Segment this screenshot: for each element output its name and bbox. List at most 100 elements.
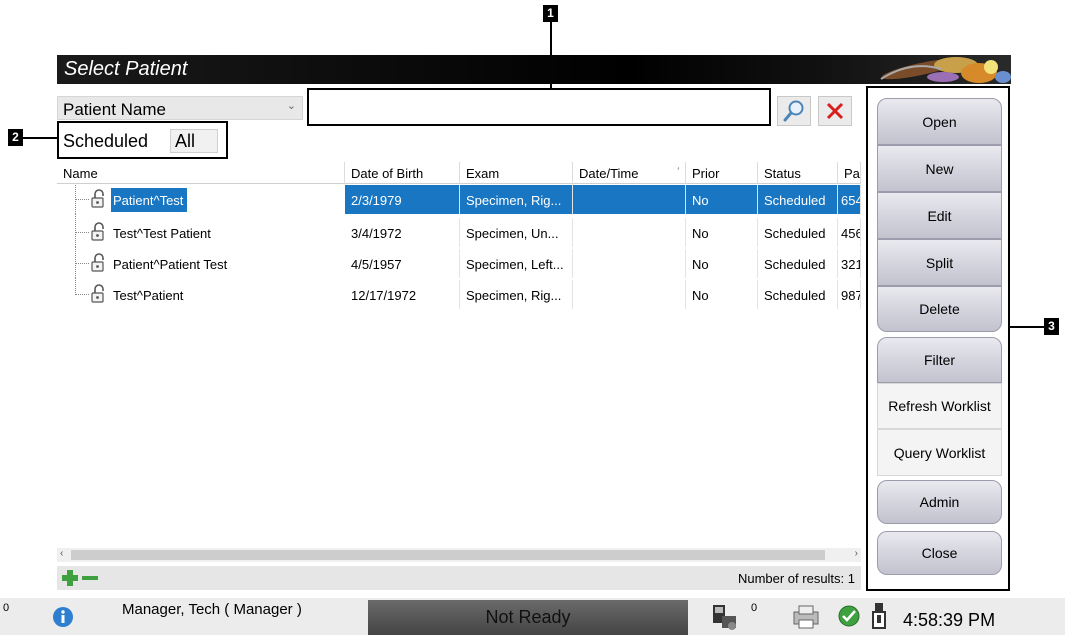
queue-count: 0	[751, 602, 758, 614]
patient-name: Patient^Patient Test	[113, 257, 228, 272]
system-state-label: Not Ready	[485, 607, 571, 627]
patient-datetime	[573, 249, 686, 278]
row-name-cell: Patient^Patient Test	[57, 247, 345, 278]
flower-banner-image	[880, 57, 1011, 83]
close-button[interactable]: Close	[877, 531, 1002, 575]
search-type-label: Patient Name	[63, 100, 166, 119]
patient-status: Scheduled	[758, 280, 838, 309]
row-name-cell: Test^Patient	[57, 278, 345, 309]
tree-line	[75, 214, 76, 247]
horizontal-scrollbar[interactable]: ‹ ›	[57, 548, 861, 562]
chevron-down-icon: ⌄	[286, 100, 296, 112]
open-button[interactable]: Open	[877, 98, 1002, 145]
current-user[interactable]: Manager, Tech ( Manager )	[122, 601, 302, 618]
scrollbar-thumb[interactable]	[71, 550, 825, 560]
action-panel: Open New Edit Split Delete Filter Refres…	[866, 86, 1010, 591]
callout-3: 3	[1044, 318, 1059, 335]
patient-datetime	[573, 280, 686, 309]
callout-3-line	[1010, 326, 1044, 328]
search-button[interactable]	[777, 96, 811, 126]
patient-dob: 3/4/1972	[345, 218, 460, 247]
patient-datetime	[573, 218, 686, 247]
add-icon[interactable]	[61, 569, 79, 587]
table-footer: Number of results: 1	[57, 566, 861, 590]
column-header-status[interactable]: Status	[758, 162, 838, 184]
patient-status: Scheduled	[758, 218, 838, 247]
patient-pa: 654	[838, 185, 861, 214]
patient-prior: No	[686, 218, 758, 247]
edit-button[interactable]: Edit	[877, 192, 1002, 239]
tree-line	[75, 278, 76, 295]
patient-pa: 456	[838, 218, 861, 247]
tree-branch	[75, 294, 89, 295]
patient-prior: No	[686, 249, 758, 278]
lock-icon	[91, 253, 104, 272]
filter-button[interactable]: Filter	[877, 337, 1002, 383]
callout-1: 1	[543, 5, 558, 22]
power-icon[interactable]	[870, 601, 888, 631]
row-name-cell: Test^Test Patient	[57, 214, 345, 247]
patient-prior: No	[686, 280, 758, 309]
table-row[interactable]: Patient^Patient Test 4/5/1957 Specimen, …	[57, 247, 861, 278]
patient-dob: 2/3/1979	[345, 185, 460, 214]
patient-exam: Specimen, Rig...	[460, 280, 573, 309]
select-patient-screen: 1 Select Patient Patient Name ⌄ 2 Schedu…	[0, 0, 1065, 635]
column-header-name[interactable]: Name	[57, 162, 345, 184]
search-input[interactable]	[307, 88, 771, 126]
alert-count: 0	[3, 602, 10, 614]
window-title: Select Patient	[64, 58, 188, 80]
table-header: Name Date of Birth Exam Date/Time ′ Prio…	[57, 162, 861, 184]
tab-scheduled[interactable]: Scheduled	[63, 131, 148, 152]
detector-icon[interactable]	[710, 602, 740, 632]
patient-exam: Specimen, Un...	[460, 218, 573, 247]
sort-indicator-icon: ′	[677, 166, 679, 176]
patient-table: Name Date of Birth Exam Date/Time ′ Prio…	[57, 162, 861, 560]
table-row[interactable]: Test^Patient 12/17/1972 Specimen, Rig...…	[57, 278, 861, 309]
admin-button[interactable]: Admin	[877, 480, 1002, 524]
refresh-worklist-button[interactable]: Refresh Worklist	[877, 383, 1002, 429]
lock-icon	[91, 189, 104, 208]
patient-name: Test^Patient	[113, 288, 184, 303]
clear-search-button[interactable]	[818, 96, 852, 126]
column-header-prior[interactable]: Prior	[686, 162, 758, 184]
row-name-cell: Patient^Test	[57, 185, 345, 214]
lock-icon	[91, 222, 104, 241]
printer-icon[interactable]	[790, 604, 822, 630]
system-state-button[interactable]: Not Ready	[368, 600, 688, 635]
patient-exam: Specimen, Rig...	[460, 185, 573, 214]
patient-pa: 321	[838, 249, 861, 278]
callout-2: 2	[8, 129, 23, 146]
clock: 4:58:39 PM	[903, 610, 996, 630]
column-header-exam[interactable]: Exam	[460, 162, 573, 184]
lock-icon	[91, 284, 104, 303]
patient-dob: 12/17/1972	[345, 280, 460, 309]
column-header-datetime[interactable]: Date/Time ′	[573, 162, 686, 184]
new-button[interactable]: New	[877, 145, 1002, 192]
column-header-pa[interactable]: Pa	[838, 162, 861, 184]
search-type-dropdown[interactable]: Patient Name ⌄	[57, 96, 303, 120]
scroll-left-arrow-icon[interactable]: ‹	[60, 548, 63, 559]
query-worklist-button[interactable]: Query Worklist	[877, 429, 1002, 476]
tree-branch	[75, 232, 89, 233]
info-icon[interactable]	[52, 606, 74, 628]
remove-icon[interactable]	[82, 576, 98, 580]
scroll-right-arrow-icon[interactable]: ›	[855, 548, 858, 559]
patient-name: Patient^Test	[111, 188, 188, 212]
title-bar: Select Patient	[57, 55, 1011, 84]
patient-name: Test^Test Patient	[113, 226, 211, 241]
split-button[interactable]: Split	[877, 239, 1002, 286]
tab-all[interactable]: All	[170, 129, 218, 153]
patient-prior: No	[686, 185, 758, 214]
worklist-filter-tabs: Scheduled All	[57, 121, 228, 159]
tree-branch	[75, 263, 89, 264]
table-row[interactable]: Patient^Test 2/3/1979 Specimen, Rig... N…	[57, 185, 861, 214]
delete-button[interactable]: Delete	[877, 286, 1002, 332]
callout-2-line	[23, 137, 57, 139]
ok-icon[interactable]	[838, 605, 860, 627]
patient-exam: Specimen, Left...	[460, 249, 573, 278]
table-row[interactable]: Test^Test Patient 3/4/1972 Specimen, Un.…	[57, 214, 861, 247]
clear-icon	[826, 102, 844, 120]
patient-datetime	[573, 185, 686, 214]
tree-branch	[75, 199, 89, 200]
column-header-dob[interactable]: Date of Birth	[345, 162, 460, 184]
